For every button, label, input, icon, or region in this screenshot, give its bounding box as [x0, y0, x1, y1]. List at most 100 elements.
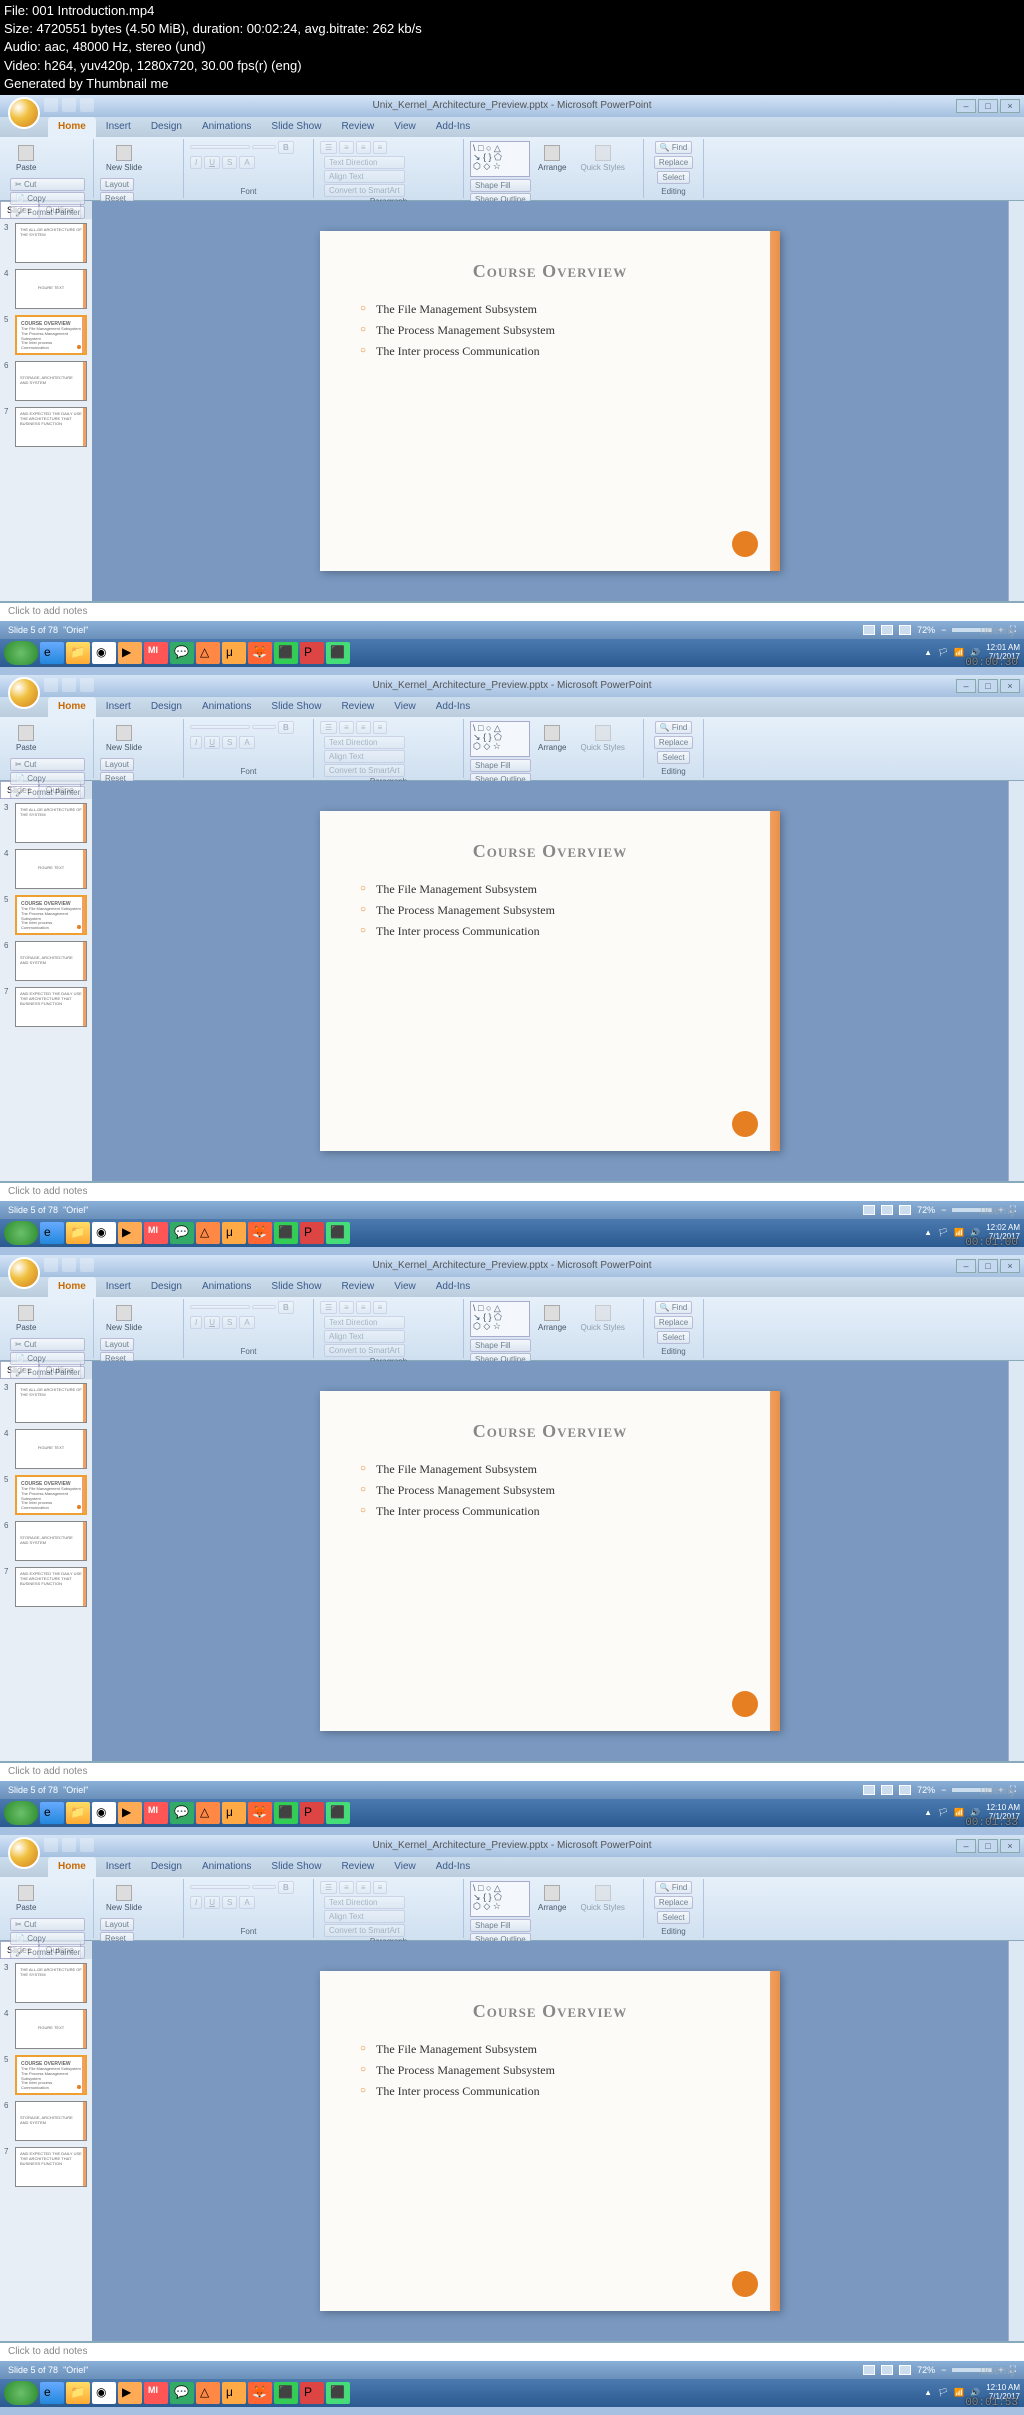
tab-review[interactable]: Review: [331, 1857, 384, 1877]
tab-animations[interactable]: Animations: [192, 1857, 261, 1877]
replace-button[interactable]: Replace: [654, 1316, 693, 1329]
tray-flag-icon[interactable]: 🏳: [938, 1228, 948, 1237]
numbering-button[interactable]: ≡: [339, 721, 354, 734]
copy-button[interactable]: 📄 Copy: [10, 772, 85, 785]
quick-access-toolbar[interactable]: [44, 98, 94, 112]
shape-fill-button[interactable]: Shape Fill: [470, 1339, 531, 1352]
tab-review[interactable]: Review: [331, 1277, 384, 1297]
slide-thumb-6[interactable]: 6STORAGE, ARCHITECTURE AND SYSTEM: [4, 361, 88, 401]
slide-thumb-3[interactable]: 3THE ALL-DE ARCHITECTURE OF THE SYSTEM: [4, 1383, 88, 1423]
slide-editor[interactable]: Course Overview The File Management Subs…: [92, 781, 1008, 1181]
tray-up-icon[interactable]: ▲: [924, 2388, 932, 2397]
chrome-icon[interactable]: ◉: [92, 1222, 116, 1244]
font-family[interactable]: [190, 1305, 250, 1309]
tab-design[interactable]: Design: [141, 117, 192, 137]
tab-view[interactable]: View: [384, 1857, 426, 1877]
paste-button[interactable]: Paste: [10, 1881, 42, 1916]
slide-thumb-3[interactable]: 3THE ALL-DE ARCHITECTURE OF THE SYSTEM: [4, 803, 88, 843]
minimize-button[interactable]: –: [956, 99, 976, 113]
slide-thumb-6[interactable]: 6STORAGE, ARCHITECTURE AND SYSTEM: [4, 941, 88, 981]
office-button[interactable]: [8, 677, 40, 709]
shape-fill-button[interactable]: Shape Fill: [470, 179, 531, 192]
slide-thumb-7[interactable]: 7AND EXPECTED THE DAILY USE THE ARCHITEC…: [4, 407, 88, 447]
powerpoint-taskbar-icon[interactable]: P: [300, 1222, 324, 1244]
numbering-button[interactable]: ≡: [339, 141, 354, 154]
arrange-button[interactable]: Arrange: [532, 1301, 572, 1336]
layout-button[interactable]: Layout: [100, 178, 134, 191]
zoom-out-button[interactable]: −: [941, 1785, 946, 1795]
new-slide-button[interactable]: New Slide: [100, 721, 148, 756]
tray-up-icon[interactable]: ▲: [924, 1228, 932, 1237]
tray-flag-icon[interactable]: 🏳: [938, 1808, 948, 1817]
paste-button[interactable]: Paste: [10, 721, 42, 756]
slide-thumb-6[interactable]: 6STORAGE, ARCHITECTURE AND SYSTEM: [4, 2101, 88, 2141]
bullets-button[interactable]: ☰: [320, 141, 337, 154]
slide-thumb-4[interactable]: 4FIGURE TEXT: [4, 849, 88, 889]
tab-addins[interactable]: Add-Ins: [426, 1857, 480, 1877]
shape-fill-button[interactable]: Shape Fill: [470, 759, 531, 772]
strike-button[interactable]: S: [222, 736, 237, 749]
shapes-gallery[interactable]: \ □ ○ △↘ { } ⬠⬡ ◇ ☆: [470, 141, 530, 177]
normal-view-icon[interactable]: [863, 625, 875, 635]
slide-thumb-5[interactable]: 5COURSE OVERVIEWThe File Management Subs…: [4, 895, 88, 935]
bold-button[interactable]: B: [278, 1881, 294, 1894]
quick-styles-button[interactable]: Quick Styles: [574, 1881, 630, 1916]
tab-slideshow[interactable]: Slide Show: [261, 117, 331, 137]
notes-pane[interactable]: Click to add notes: [0, 1181, 1024, 1201]
align-text-button[interactable]: Align Text: [324, 170, 405, 183]
firefox-icon[interactable]: 🦊: [248, 2382, 272, 2404]
sorter-view-icon[interactable]: [881, 625, 893, 635]
paste-button[interactable]: Paste: [10, 1301, 42, 1336]
ie-icon[interactable]: e: [40, 1802, 64, 1824]
maximize-button[interactable]: □: [978, 1259, 998, 1273]
align-text-button[interactable]: Align Text: [324, 750, 405, 763]
tab-home[interactable]: Home: [48, 1277, 96, 1297]
strike-button[interactable]: S: [222, 156, 237, 169]
font-color-button[interactable]: A: [239, 736, 254, 749]
select-button[interactable]: Select: [657, 1331, 689, 1344]
slide-thumb-5[interactable]: 5COURSE OVERVIEWThe File Management Subs…: [4, 315, 88, 355]
select-button[interactable]: Select: [657, 751, 689, 764]
camtasia-icon[interactable]: ⬛: [274, 2382, 298, 2404]
whatsapp-icon[interactable]: 💬: [170, 2382, 194, 2404]
vertical-scrollbar[interactable]: [1008, 201, 1024, 601]
chrome-icon[interactable]: ◉: [92, 642, 116, 664]
shapes-gallery[interactable]: \ □ ○ △↘ { } ⬠⬡ ◇ ☆: [470, 1881, 530, 1917]
select-button[interactable]: Select: [657, 1911, 689, 1924]
close-button[interactable]: ×: [1000, 99, 1020, 113]
notes-pane[interactable]: Click to add notes: [0, 1761, 1024, 1781]
new-slide-button[interactable]: New Slide: [100, 1881, 148, 1916]
tab-view[interactable]: View: [384, 697, 426, 717]
bold-button[interactable]: B: [278, 1301, 294, 1314]
tray-up-icon[interactable]: ▲: [924, 648, 932, 657]
arrange-button[interactable]: Arrange: [532, 1881, 572, 1916]
torrent-icon[interactable]: μ: [222, 642, 246, 664]
numbering-button[interactable]: ≡: [339, 1881, 354, 1894]
italic-button[interactable]: I: [190, 736, 202, 749]
camtasia-icon[interactable]: ⬛: [274, 1222, 298, 1244]
tray-up-icon[interactable]: ▲: [924, 1808, 932, 1817]
underline-button[interactable]: U: [204, 156, 220, 169]
tab-insert[interactable]: Insert: [96, 1857, 141, 1877]
slide-thumb-6[interactable]: 6STORAGE, ARCHITECTURE AND SYSTEM: [4, 1521, 88, 1561]
firefox-icon[interactable]: 🦊: [248, 1222, 272, 1244]
office-button[interactable]: [8, 1837, 40, 1869]
cut-button[interactable]: ✂ Cut: [10, 758, 85, 771]
paste-button[interactable]: Paste: [10, 141, 42, 176]
font-color-button[interactable]: A: [239, 156, 254, 169]
find-button[interactable]: 🔍 Find: [655, 141, 693, 154]
bullets-button[interactable]: ☰: [320, 721, 337, 734]
tab-design[interactable]: Design: [141, 697, 192, 717]
firefox-icon[interactable]: 🦊: [248, 642, 272, 664]
camtasia-rec-icon[interactable]: ⬛: [326, 1802, 350, 1824]
slideshow-view-icon[interactable]: [899, 2365, 911, 2375]
bold-button[interactable]: B: [278, 141, 294, 154]
layout-button[interactable]: Layout: [100, 1338, 134, 1351]
tab-addins[interactable]: Add-Ins: [426, 117, 480, 137]
layout-button[interactable]: Layout: [100, 1918, 134, 1931]
shapes-gallery[interactable]: \ □ ○ △↘ { } ⬠⬡ ◇ ☆: [470, 1301, 530, 1337]
mi-icon[interactable]: MI: [144, 642, 168, 664]
align-left-button[interactable]: ≡: [356, 1301, 371, 1314]
sorter-view-icon[interactable]: [881, 1205, 893, 1215]
tab-review[interactable]: Review: [331, 117, 384, 137]
